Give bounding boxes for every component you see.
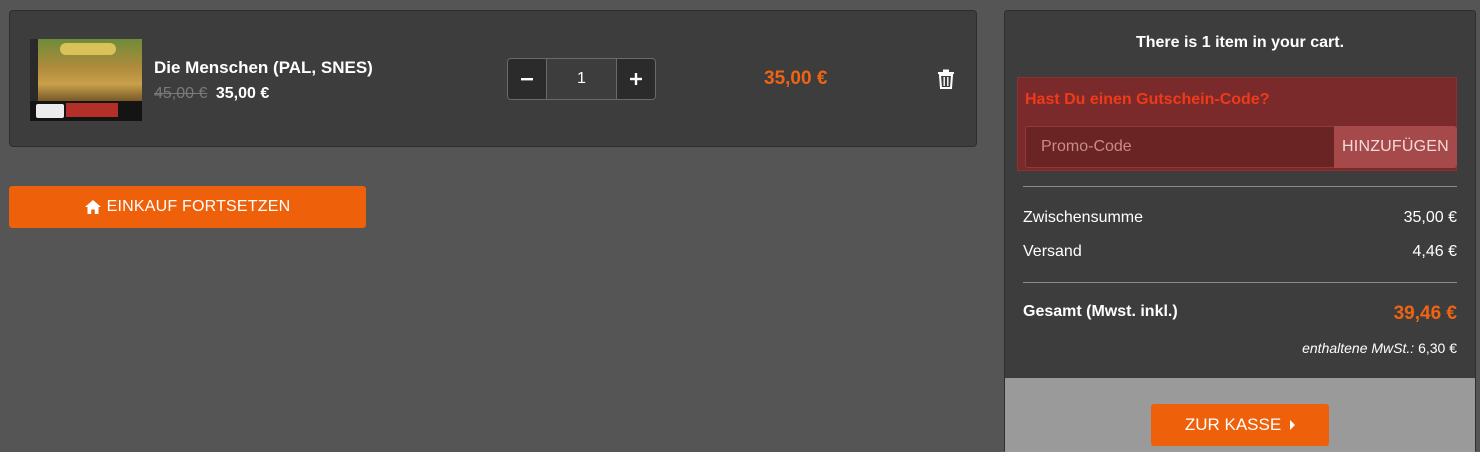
- shipping-label: Versand: [1023, 243, 1082, 260]
- subtotal-row: Zwischensumme 35,00 €: [1023, 209, 1457, 227]
- home-icon: [84, 200, 101, 214]
- plus-icon: [630, 73, 642, 85]
- remove-item-button[interactable]: [937, 69, 957, 91]
- tax-label: enthaltene MwSt.:: [1302, 340, 1415, 356]
- line-total: 35,00 €: [764, 68, 828, 89]
- publisher-logo: [36, 104, 64, 118]
- quantity-input[interactable]: 1: [546, 59, 617, 99]
- promo-title: Hast Du einen Gutschein-Code?: [1025, 91, 1270, 108]
- product-price: 45,00 € 35,00 €: [154, 85, 269, 103]
- product-thumbnail[interactable]: [30, 39, 142, 121]
- shipping-row: Versand 4,46 €: [1023, 243, 1457, 261]
- decrement-button[interactable]: [508, 59, 546, 99]
- total-label: Gesamt (Mwst. inkl.): [1023, 303, 1178, 320]
- cart-summary: There is 1 item in your cart. Hast Du ei…: [1004, 10, 1476, 452]
- apply-promo-button[interactable]: HINZUFÜGEN: [1334, 126, 1457, 168]
- tax-row: enthaltene MwSt.: 6,30 €: [1023, 340, 1457, 356]
- minus-icon: [521, 78, 533, 81]
- promo-code-section: Hast Du einen Gutschein-Code? HINZUFÜGEN: [1017, 77, 1457, 171]
- continue-shopping-label: EINKAUF FORTSETZEN: [106, 198, 291, 215]
- total-row: Gesamt (Mwst. inkl.) 39,46 €: [1023, 303, 1457, 325]
- old-price: 45,00 €: [154, 85, 208, 102]
- subtotal-label: Zwischensumme: [1023, 209, 1144, 226]
- checkout-button[interactable]: ZUR KASSE: [1151, 404, 1329, 446]
- cart-count-header: There is 1 item in your cart.: [1135, 34, 1345, 51]
- total-value: 39,46 €: [1393, 303, 1457, 324]
- checkout-area: ZUR KASSE: [1005, 378, 1475, 452]
- product-title[interactable]: Die Menschen (PAL, SNES): [154, 58, 373, 78]
- cart-item: Die Menschen (PAL, SNES) 45,00 € 35,00 €…: [9, 10, 977, 147]
- quantity-stepper: 1: [507, 58, 656, 100]
- caret-right-icon: [1290, 420, 1296, 430]
- tax-value: 6,30 €: [1418, 340, 1457, 356]
- increment-button[interactable]: [617, 59, 655, 99]
- shipping-value: 4,46 €: [1412, 243, 1457, 260]
- checkout-label: ZUR KASSE: [1184, 415, 1282, 434]
- subtotal-value: 35,00 €: [1403, 209, 1457, 226]
- trash-icon: [938, 69, 954, 89]
- promo-code-input[interactable]: [1025, 126, 1334, 168]
- continue-shopping-button[interactable]: EINKAUF FORTSETZEN: [9, 186, 366, 228]
- summary-divider: [1023, 186, 1457, 187]
- cover-banner: [66, 103, 118, 117]
- current-price: 35,00 €: [215, 85, 270, 102]
- cover-logo-art: [60, 43, 116, 55]
- summary-divider: [1023, 282, 1457, 283]
